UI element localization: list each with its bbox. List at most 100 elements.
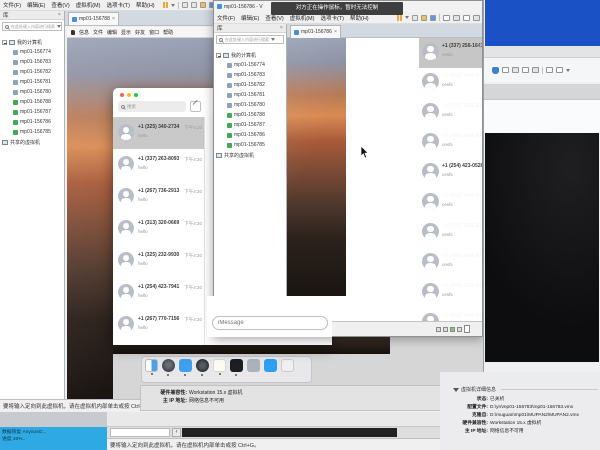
settings-icon[interactable] [430,15,436,21]
tree-item-vm[interactable]: mp01-156782 [2,67,64,77]
tree-item-vm[interactable]: mp01-156788 [216,110,286,120]
suspend-dropdown-icon[interactable] [171,4,175,7]
menu-item[interactable]: 编辑(E) [238,14,262,22]
show-library-icon[interactable] [443,15,450,21]
app-store-icon[interactable] [264,359,277,372]
chevron-down-icon[interactable] [566,69,570,72]
chat-row[interactable]: +1 (267) 770-7156 hello 下午4:20 [113,309,204,341]
imessage-input[interactable] [212,316,328,330]
finder-icon[interactable] [145,359,158,372]
chat-row[interactable]: +1 (XXX) XXX-XXXX ceshi 下午4:20 [419,218,482,248]
chat-row[interactable]: +1 (254) 423-7941 hello 下午4:20 [113,277,204,309]
suspend-button[interactable] [163,2,168,8]
tree-root-my-computer[interactable]: 我的计算机 [216,50,286,60]
chat-row[interactable]: +1 (337) 263-8093 hello 下午4:20 [113,149,204,181]
chat-row[interactable]: +1 (325) 232-9930 hello 下午4:20 [113,245,204,277]
fullscreen-icon[interactable] [532,67,539,73]
hard-disk-icon[interactable] [436,327,441,332]
show-library-icon[interactable] [502,67,509,73]
tree-item-vm[interactable]: mp01-156780 [2,87,64,97]
menu-item[interactable]: 编辑(E) [24,1,48,9]
snapshot-view-icon[interactable] [556,67,563,73]
snapshot-icon[interactable] [412,15,418,21]
network-adapter-icon[interactable] [450,327,455,332]
tree-item-vm[interactable]: mp01-156787 [2,107,64,117]
tree-item-vm[interactable]: mp01-156783 [216,70,286,80]
snapshot-icon[interactable] [182,2,188,8]
scrollbar-thumb[interactable] [182,428,397,437]
mac-menu-item[interactable]: 显示 [121,29,131,36]
menu-item[interactable]: 文件(F) [214,14,238,22]
tree-shared-vms[interactable]: 共享的虚拟机 [2,137,64,147]
close-icon[interactable] [280,25,283,31]
unity-view-icon[interactable] [463,15,470,21]
tree-root-my-computer[interactable]: 我的计算机 [2,37,64,47]
chevron-down-icon[interactable] [271,38,275,41]
show-thumbnail-bar-icon[interactable] [512,67,519,73]
tree-item-vm[interactable]: mp01-156786 [216,130,286,140]
menu-item[interactable]: 文件(F) [0,1,24,9]
manage-snapshots-icon[interactable] [421,15,427,21]
launchpad-icon[interactable] [162,359,175,372]
close-icon[interactable] [58,12,61,18]
cd-rom-icon[interactable] [443,327,448,332]
recovery-progress-window[interactable]: 数据恢复 AnySxsG... 进度 30%.. [0,427,107,450]
tree-item-vm[interactable]: mp01-156785 [2,127,64,137]
scroll-left-button[interactable] [172,428,181,437]
tree-item-vm[interactable]: mp01-156787 [216,120,286,130]
chat-row[interactable]: +1 (XXX) XXX-XXXX ceshi 下午4:20 [419,188,482,218]
chat-row[interactable]: +1 (325) 340-2734 hello 下午4:20 [113,117,204,149]
tree-item-vm[interactable]: mp01-156781 [2,77,64,87]
w2-active-tab[interactable]: mp01-156786 [290,25,341,38]
tree-item-vm[interactable]: mp01-156785 [216,140,286,150]
chat-row[interactable]: +1 (267) 736-2913 hello 下午4:20 [113,181,204,213]
message-log-icon[interactable] [464,325,470,333]
w1-active-tab[interactable]: mp01-156788 [68,12,119,25]
show-thumbnail-bar-icon[interactable] [453,15,460,21]
manage-snapshots-icon[interactable] [200,2,206,8]
mac-menu-item[interactable]: 编辑 [107,29,117,36]
compose-message-icon[interactable] [190,101,201,112]
tree-item-vm[interactable]: mp01-156774 [2,47,64,57]
tree-item-vm[interactable]: mp01-156788 [2,97,64,107]
tree-shared-vms[interactable]: 共享的虚拟机 [216,150,286,160]
files-icon[interactable] [281,359,294,372]
suspend-button[interactable] [397,15,402,21]
terminal-icon[interactable] [230,359,243,372]
vm-details-header[interactable]: 虚拟机详细信息 [440,386,600,393]
chat-row[interactable]: +1 (337) 256-1643 ceshi 下午4:20 [419,38,482,68]
apple-logo-icon[interactable] [71,30,75,35]
usb-icon[interactable] [457,327,462,332]
tree-item-vm[interactable]: mp01-156781 [216,90,286,100]
chat-row[interactable]: +1 (XXX) XXX-XXXX ceshi 下午4:20 [419,68,482,98]
revert-icon[interactable] [191,2,197,8]
mac-menu-item[interactable]: 好友 [135,29,145,36]
mac-menu-item[interactable]: 信息 [79,29,89,36]
fullscreen-icon[interactable] [473,15,480,21]
w1-library-search-input[interactable]: 在此处键入内容进行搜索 [2,22,62,31]
close-window-icon[interactable] [120,93,124,97]
messages-icon[interactable] [179,359,192,372]
photos-icon[interactable] [196,359,209,372]
minimize-window-icon[interactable] [127,93,131,97]
chat-row[interactable]: +1 (313) 320-0669 hello 下午4:20 [113,213,204,245]
collapse-triangle-icon[interactable] [453,388,459,392]
zoom-window-icon[interactable] [134,93,138,97]
collapse-icon[interactable] [216,53,221,58]
menu-item[interactable]: 查看(V) [48,1,72,9]
chat-row[interactable]: +1 (XXX) XXX-XXXX ceshi 下午4:20 [419,128,482,158]
vm1-chat-search-input[interactable]: 搜索 [118,101,186,112]
menu-item[interactable]: 选项卡(T) [103,1,133,9]
chat-row[interactable]: +1 (254) 423-0528 ceshi 下午4:20 [419,158,482,188]
downloads-icon[interactable] [247,359,260,372]
tab-close-icon[interactable] [334,29,337,35]
menu-item[interactable]: 帮助(H) [133,1,158,9]
mac-menu-item[interactable]: 文件 [93,29,103,36]
unity-view-icon[interactable] [522,67,529,73]
chevron-down-icon[interactable] [57,25,61,28]
mac-menu-item[interactable]: 窗口 [149,29,159,36]
vm-screen-preview-off[interactable] [485,133,599,362]
tree-item-vm[interactable]: mp01-156782 [216,80,286,90]
chat-row[interactable]: +1 (XXX) XXX-XXXX ceshi 下午4:20 [419,278,482,308]
tree-item-vm[interactable]: mp01-156780 [216,100,286,110]
